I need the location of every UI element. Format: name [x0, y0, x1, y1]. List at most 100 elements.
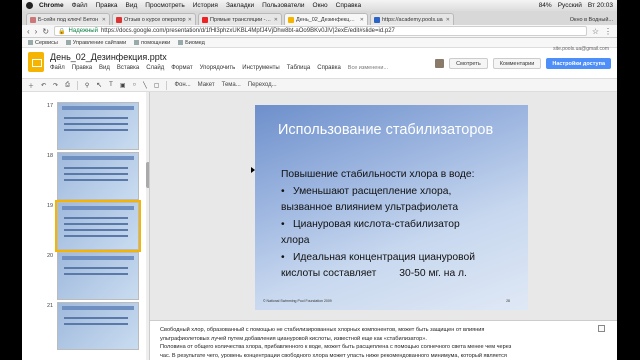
docs-menu-insert[interactable]: Вставка [117, 65, 139, 71]
browser-tab[interactable]: https://academy.pools.ua ✕ [370, 13, 454, 25]
lock-icon: 🔒 [58, 28, 66, 35]
layout-button[interactable]: Макет [198, 82, 215, 88]
close-icon[interactable]: ✕ [360, 17, 364, 23]
print-icon[interactable]: ⎙ [65, 82, 70, 89]
avatar[interactable] [435, 59, 445, 68]
slide-filmstrip[interactable]: 17 18 19 20 21 [22, 92, 150, 360]
star-icon[interactable]: ☆ [592, 27, 599, 36]
body-line: хлора [281, 233, 521, 250]
theme-button[interactable]: Тема... [222, 82, 241, 88]
background-button[interactable]: Фон... [174, 82, 190, 88]
slide-thumbnail[interactable] [57, 102, 139, 150]
menu-window[interactable]: Окно [313, 2, 328, 9]
close-icon[interactable]: ✕ [446, 17, 450, 23]
body-line: • Идеальная концентрация циануровой [281, 250, 521, 267]
app-menu[interactable]: Chrome [39, 2, 64, 9]
body-text: хлора [281, 235, 310, 246]
menu-bookmarks[interactable]: Закладки [226, 2, 254, 9]
tab-title: https://academy.pools.ua [382, 16, 443, 23]
menu-history[interactable]: История [193, 2, 218, 9]
tab-title: День_02_Дезинфекция.р [296, 16, 358, 23]
slide-thumbnail[interactable] [57, 302, 139, 350]
apple-icon[interactable] [26, 2, 33, 9]
slide-thumbnail-row[interactable]: 17 [22, 100, 144, 156]
browser-tab[interactable]: Б-сейн под ключ! Бетон ✕ [26, 13, 110, 25]
redo-icon[interactable]: ↷ [53, 82, 58, 89]
body-text: Повышение стабильности хлора в воде: [281, 169, 475, 180]
back-icon[interactable]: ‹ [27, 27, 30, 36]
editor-toolbar: ＋ ↶ ↷ ⎙ ⚲ ↖ T ▣ ○ ╲ ▢ Фон... Макет Тема.… [22, 78, 617, 92]
browser-tab-active[interactable]: День_02_Дезинфекция.р ✕ [284, 13, 368, 25]
slide-thumbnail[interactable] [55, 200, 141, 252]
profile-name[interactable]: Окно в Водный... [566, 17, 617, 25]
input-language[interactable]: Русский [558, 2, 582, 9]
docs-menu-edit[interactable]: Правка [72, 65, 92, 71]
zoom-icon[interactable]: ⚲ [85, 82, 89, 89]
bookmark[interactable]: Управление сайтами [65, 40, 126, 46]
favicon-icon [30, 16, 36, 23]
docs-menu-slide[interactable]: Слайд [146, 65, 164, 71]
select-tool-icon[interactable]: ↖ [96, 81, 102, 89]
speaker-notes[interactable]: Свободный хлор, образованный с помощью н… [150, 320, 617, 360]
bookmark[interactable]: Биомед [178, 40, 205, 46]
menu-help[interactable]: Справка [336, 2, 362, 9]
save-status[interactable]: Все изменени... [348, 65, 388, 71]
slide-body[interactable]: Повышение стабильности хлора в воде: • Ум… [281, 167, 521, 283]
menu-people[interactable]: Пользователи [262, 2, 304, 9]
image-icon[interactable]: ▣ [120, 82, 126, 89]
bookmark[interactable]: помощники [134, 40, 170, 46]
docs-menu-file[interactable]: Файл [50, 65, 65, 71]
slide-thumbnail[interactable] [57, 152, 139, 200]
line-icon[interactable]: ╲ [143, 82, 147, 89]
document-title[interactable]: День_02_Дезинфекция.pptx [50, 52, 388, 62]
mac-menu-bar: Chrome Файл Правка Вид Просмотреть Истор… [22, 0, 617, 11]
slide-number: 21 [47, 303, 54, 309]
explore-icon[interactable] [598, 325, 605, 332]
docs-menu-table[interactable]: Таблица [287, 65, 311, 71]
browser-tab[interactable]: Прямые трансляции - Ут ✕ [198, 13, 282, 25]
slides-logo-icon[interactable] [28, 52, 44, 72]
menu-edit[interactable]: Правка [96, 2, 118, 9]
notes-line: час. В результате чего, уровень концентр… [160, 352, 507, 359]
comment-icon[interactable]: ▢ [154, 82, 160, 89]
menu-view[interactable]: Вид [126, 2, 138, 9]
browser-tab[interactable]: Отзыв о курсе оператор ✕ [112, 13, 196, 25]
url-field[interactable]: 🔒 Надежный https://docs.google.com/prese… [54, 26, 587, 36]
slide-canvas[interactable]: Использование стабилизаторов Повышение с… [255, 105, 528, 310]
comments-button[interactable]: Комментарии [492, 58, 542, 69]
bookmark-label: помощники [141, 39, 171, 46]
url-text: https://docs.google.com/presentation/d/1… [100, 28, 395, 34]
docs-menu-arrange[interactable]: Упорядочить [200, 65, 236, 71]
slide-title[interactable]: Использование стабилизаторов [278, 122, 493, 138]
transition-button[interactable]: Переход... [248, 82, 277, 88]
share-button[interactable]: Настройки доступа [546, 58, 611, 69]
docs-menu-tools[interactable]: Инструменты [242, 65, 279, 71]
menu-dots-icon[interactable]: ⋮ [604, 27, 612, 36]
close-icon[interactable]: ✕ [188, 17, 192, 23]
docs-menu-view[interactable]: Вид [99, 65, 110, 71]
textbox-icon[interactable]: T [109, 82, 113, 88]
slide-thumbnail[interactable] [57, 252, 139, 300]
slide-thumbnail-row[interactable]: 18 [22, 150, 144, 206]
docs-menu-format[interactable]: Формат [171, 65, 192, 71]
close-icon[interactable]: ✕ [274, 17, 278, 23]
slide-thumbnail-row-selected[interactable]: 19 [22, 200, 144, 256]
tab-title: Б-сейн под ключ! Бетон [38, 16, 99, 23]
slide-thumbnail-row[interactable]: 21 [22, 300, 144, 356]
present-button[interactable]: Смотреть [449, 58, 488, 69]
slide-number: 17 [47, 103, 54, 109]
reload-icon[interactable]: ↻ [42, 27, 49, 36]
forward-icon[interactable]: › [35, 27, 38, 36]
close-icon[interactable]: ✕ [102, 17, 106, 23]
bookmark[interactable]: Сервисы [28, 40, 58, 46]
battery-status: 84% [538, 2, 552, 9]
shape-icon[interactable]: ○ [133, 82, 137, 88]
undo-icon[interactable]: ↶ [41, 82, 46, 89]
body-line: кислоты составляет 30-50 мг. на л. [281, 266, 521, 283]
notes-line: Половина от общего количества хлора, при… [160, 344, 512, 350]
docs-menu-help[interactable]: Справка [317, 65, 341, 71]
menu-file[interactable]: Файл [72, 2, 88, 9]
menu-browse[interactable]: Просмотреть [145, 2, 184, 9]
new-slide-icon[interactable]: ＋ [28, 81, 34, 90]
slide-thumbnail-row[interactable]: 20 [22, 250, 144, 306]
